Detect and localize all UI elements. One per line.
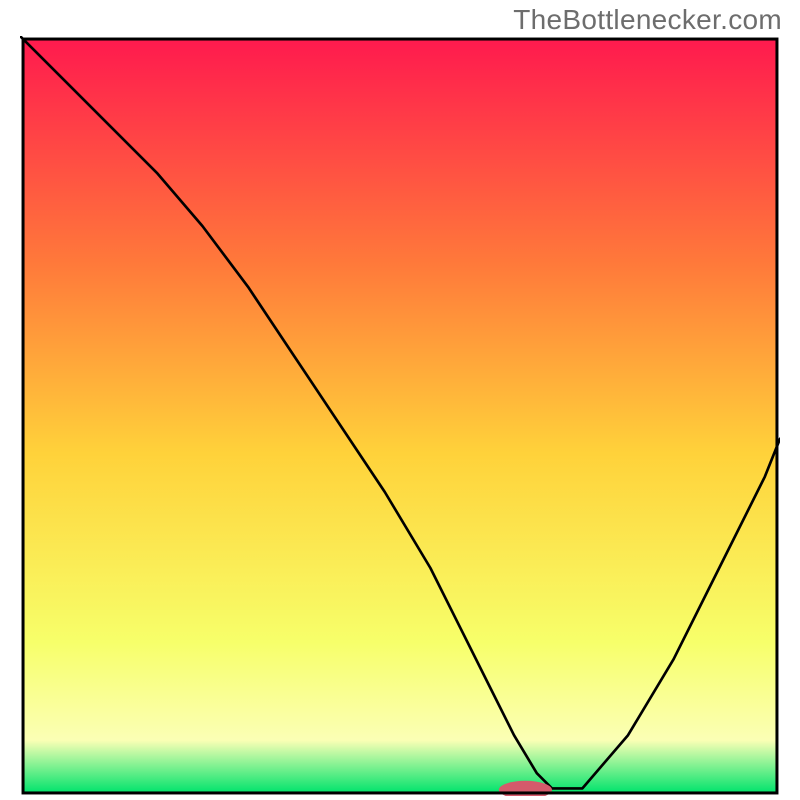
plot-area bbox=[20, 36, 780, 796]
watermark-text: TheBottlenecker.com bbox=[513, 4, 782, 36]
chart-container: TheBottlenecker.com bbox=[0, 0, 800, 800]
chart-svg bbox=[20, 36, 780, 796]
